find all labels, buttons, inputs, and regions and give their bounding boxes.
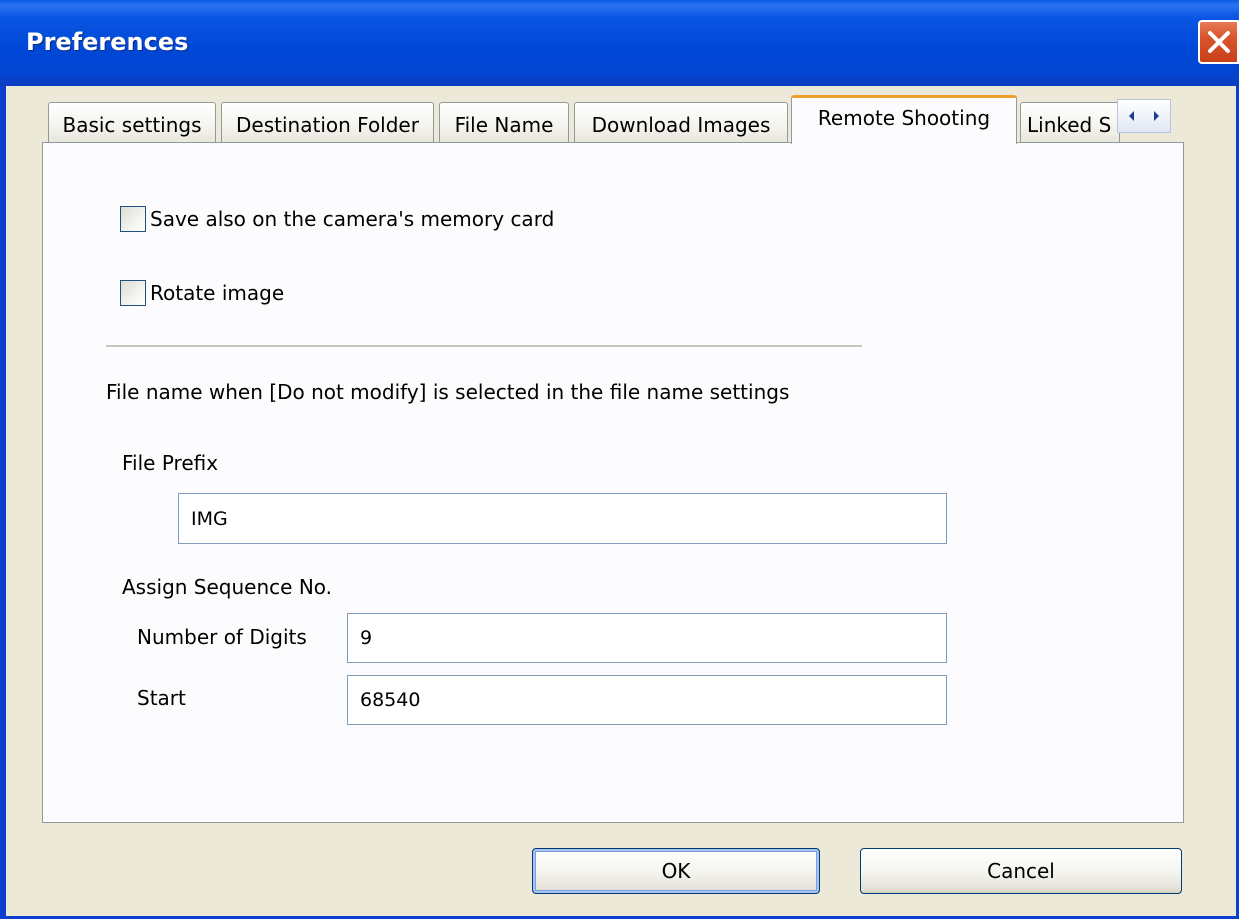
close-button[interactable]: [1198, 20, 1239, 64]
tab-label: Linked S: [1027, 113, 1112, 137]
file-prefix-label: File Prefix: [122, 451, 219, 475]
file-prefix-input[interactable]: [178, 493, 947, 544]
tab-scroll-right-button[interactable]: [1146, 108, 1166, 124]
section-divider: [106, 345, 862, 348]
section-title: File name when [Do not modify] is select…: [106, 380, 790, 404]
tab-label: Download Images: [591, 113, 771, 137]
close-icon: [1208, 31, 1230, 53]
tab-file-name[interactable]: File Name: [439, 102, 569, 142]
tab-basic-settings[interactable]: Basic settings: [48, 102, 216, 142]
start-label: Start: [137, 686, 186, 710]
tab-strip: Basic settings Destination Folder File N…: [42, 95, 1182, 144]
start-input[interactable]: [347, 675, 947, 725]
tab-label: File Name: [454, 113, 554, 137]
tab-scroll-left-button[interactable]: [1122, 108, 1142, 124]
save-on-card-label: Save also on the camera's memory card: [150, 207, 555, 231]
tab-scroll-buttons: [1117, 99, 1171, 133]
digits-label: Number of Digits: [137, 625, 307, 649]
tab-label: Basic settings: [62, 113, 202, 137]
rotate-image-option[interactable]: Rotate image: [120, 280, 284, 306]
tab-destination-folder[interactable]: Destination Folder: [221, 102, 434, 142]
rotate-image-label: Rotate image: [150, 281, 285, 305]
tab-download-images[interactable]: Download Images: [574, 102, 788, 142]
save-on-card-option[interactable]: Save also on the camera's memory card: [120, 206, 554, 232]
tab-label: Destination Folder: [236, 113, 419, 137]
chevron-left-icon: [1129, 111, 1134, 121]
title-bar[interactable]: Preferences: [0, 0, 1239, 86]
rotate-image-checkbox[interactable]: [120, 280, 146, 306]
cancel-button[interactable]: Cancel: [860, 848, 1182, 894]
save-on-card-checkbox[interactable]: [120, 206, 146, 232]
tab-label: Remote Shooting: [817, 106, 991, 130]
chevron-right-icon: [1154, 111, 1159, 121]
tab-remote-shooting[interactable]: Remote Shooting: [791, 95, 1017, 144]
tab-linked-software[interactable]: Linked S: [1020, 102, 1120, 142]
ok-button[interactable]: OK: [532, 848, 820, 894]
window-title: Preferences: [26, 28, 189, 56]
digits-input[interactable]: [347, 613, 947, 663]
sequence-label: Assign Sequence No.: [122, 575, 333, 599]
